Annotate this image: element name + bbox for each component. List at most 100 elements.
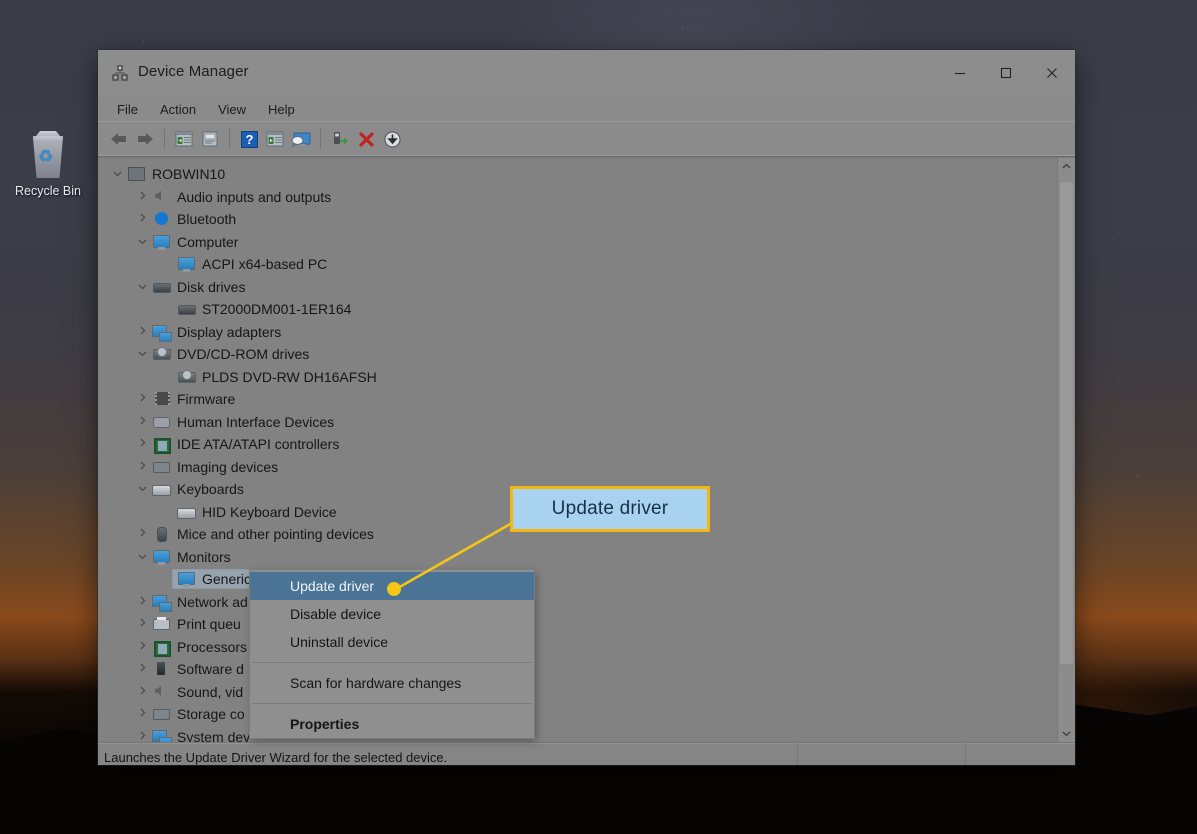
vertical-scrollbar[interactable] xyxy=(1057,158,1075,742)
tree-item-content[interactable]: ROBWIN10 xyxy=(126,164,225,184)
scrollbar-thumb[interactable] xyxy=(1059,181,1074,665)
tree-item[interactable]: Print queu xyxy=(98,613,1046,636)
tree-item-content[interactable]: Firmware xyxy=(151,389,235,409)
tree-item-content[interactable]: ACPI x64-based PC xyxy=(176,254,327,274)
device-tree[interactable]: ROBWIN10 Audio inputs and outputsBluetoot… xyxy=(98,158,1046,742)
context-menu-item[interactable]: Properties xyxy=(250,710,534,738)
tree-item-content[interactable]: Disk drives xyxy=(151,277,245,297)
tree-item-content[interactable]: Human Interface Devices xyxy=(151,412,334,432)
tree-item-content[interactable]: IDE ATA/ATAPI controllers xyxy=(151,434,339,454)
tree-item[interactable]: Generic xyxy=(98,568,1046,591)
chevron-down-icon[interactable] xyxy=(108,168,126,180)
menu-help[interactable]: Help xyxy=(257,100,306,119)
tree-item[interactable]: Human Interface Devices xyxy=(98,411,1046,434)
forward-button[interactable] xyxy=(132,126,158,152)
scroll-down-button[interactable] xyxy=(1058,725,1075,742)
tree-item-content[interactable]: PLDS DVD-RW DH16AFSH xyxy=(176,367,377,387)
tree-item[interactable]: Computer xyxy=(98,231,1046,254)
tree-item-content[interactable]: Bluetooth xyxy=(151,209,236,229)
tree-item-content[interactable]: Generic xyxy=(172,569,255,589)
tree-item[interactable]: Storage co xyxy=(98,703,1046,726)
chevron-right-icon[interactable] xyxy=(133,416,151,428)
show-hide-console-tree-button[interactable] xyxy=(171,126,197,152)
tree-item-content[interactable]: HID Keyboard Device xyxy=(176,502,337,522)
tree-item[interactable]: Audio inputs and outputs xyxy=(98,186,1046,209)
tree-item-content[interactable]: Imaging devices xyxy=(151,457,278,477)
tree-item-content[interactable]: Software d xyxy=(151,659,244,679)
chevron-right-icon[interactable] xyxy=(133,731,151,742)
chevron-right-icon[interactable] xyxy=(133,213,151,225)
tree-item[interactable]: Disk drives xyxy=(98,276,1046,299)
tree-item-content[interactable]: Display adapters xyxy=(151,322,281,342)
properties-button[interactable] xyxy=(197,126,223,152)
chevron-right-icon[interactable] xyxy=(133,326,151,338)
chevron-right-icon[interactable] xyxy=(133,708,151,720)
tree-item[interactable]: Bluetooth xyxy=(98,208,1046,231)
tree-item[interactable]: PLDS DVD-RW DH16AFSH xyxy=(98,366,1046,389)
tree-item[interactable]: IDE ATA/ATAPI controllers xyxy=(98,433,1046,456)
chevron-right-icon[interactable] xyxy=(133,686,151,698)
uninstall-device-button[interactable] xyxy=(353,126,379,152)
chevron-right-icon[interactable] xyxy=(133,438,151,450)
scan-hardware-button[interactable] xyxy=(288,126,314,152)
chevron-right-icon[interactable] xyxy=(133,393,151,405)
scroll-up-button[interactable] xyxy=(1058,158,1075,175)
context-menu-item[interactable]: Disable device xyxy=(250,600,534,628)
back-button[interactable] xyxy=(106,126,132,152)
tree-item-content[interactable]: Keyboards xyxy=(151,479,244,499)
desktop-icon-recycle-bin[interactable]: ♻ Recycle Bin xyxy=(10,128,86,199)
tree-item-content[interactable]: Processors xyxy=(151,637,247,657)
tree-item[interactable]: ST2000DM001-1ER164 xyxy=(98,298,1046,321)
tree-item-content[interactable]: Sound, vid xyxy=(151,682,243,702)
tree-item[interactable]: Imaging devices xyxy=(98,456,1046,479)
tree-item-content[interactable]: Monitors xyxy=(151,547,231,567)
minimize-button[interactable] xyxy=(937,50,983,96)
chevron-right-icon[interactable] xyxy=(133,191,151,203)
chevron-down-icon[interactable] xyxy=(133,348,151,360)
close-button[interactable] xyxy=(1029,50,1075,96)
chevron-down-icon[interactable] xyxy=(133,281,151,293)
tree-item[interactable]: Sound, vid xyxy=(98,681,1046,704)
context-menu-item[interactable]: Update driver xyxy=(250,572,534,600)
chevron-right-icon[interactable] xyxy=(133,461,151,473)
tree-item-content[interactable]: Mice and other pointing devices xyxy=(151,524,374,544)
chevron-down-icon[interactable] xyxy=(133,236,151,248)
disable-device-button[interactable] xyxy=(379,126,405,152)
maximize-button[interactable] xyxy=(983,50,1029,96)
menu-file[interactable]: File xyxy=(106,100,149,119)
show-hide-action-pane-button[interactable] xyxy=(262,126,288,152)
tree-item[interactable]: Firmware xyxy=(98,388,1046,411)
tree-item-content[interactable]: Storage co xyxy=(151,704,245,724)
help-button[interactable]: ? xyxy=(236,126,262,152)
tree-item[interactable]: Network ad xyxy=(98,591,1046,614)
chevron-right-icon[interactable] xyxy=(133,618,151,630)
chevron-right-icon[interactable] xyxy=(133,663,151,675)
tree-item-content[interactable]: ST2000DM001-1ER164 xyxy=(176,299,351,319)
chevron-right-icon[interactable] xyxy=(133,596,151,608)
tree-item[interactable]: Processors xyxy=(98,636,1046,659)
tree-item-content[interactable]: DVD/CD-ROM drives xyxy=(151,344,309,364)
chevron-right-icon[interactable] xyxy=(133,528,151,540)
update-driver-button[interactable] xyxy=(327,126,353,152)
tree-item[interactable]: Software d xyxy=(98,658,1046,681)
chevron-right-icon[interactable] xyxy=(133,641,151,653)
chevron-down-icon[interactable] xyxy=(133,551,151,563)
tree-item[interactable]: Display adapters xyxy=(98,321,1046,344)
context-menu-item[interactable]: Uninstall device xyxy=(250,628,534,656)
tree-item[interactable]: ROBWIN10 xyxy=(98,163,1046,186)
tree-item[interactable]: Monitors xyxy=(98,546,1046,569)
tree-item[interactable]: System dev xyxy=(98,726,1046,743)
tree-item-content[interactable]: Network ad xyxy=(151,592,248,612)
context-menu-item[interactable]: Scan for hardware changes xyxy=(250,669,534,697)
tree-item-content[interactable]: System dev xyxy=(151,727,250,742)
menu-action[interactable]: Action xyxy=(149,100,207,119)
tree-item[interactable]: DVD/CD-ROM drives xyxy=(98,343,1046,366)
context-menu[interactable]: Update driverDisable deviceUninstall dev… xyxy=(250,570,534,738)
window-titlebar[interactable]: Device Manager xyxy=(98,50,1075,97)
tree-item-content[interactable]: Print queu xyxy=(151,614,241,634)
tree-item-content[interactable]: Audio inputs and outputs xyxy=(151,187,331,207)
chevron-down-icon[interactable] xyxy=(133,483,151,495)
tree-item[interactable]: ACPI x64-based PC xyxy=(98,253,1046,276)
menu-view[interactable]: View xyxy=(207,100,257,119)
tree-item-content[interactable]: Computer xyxy=(151,232,238,252)
